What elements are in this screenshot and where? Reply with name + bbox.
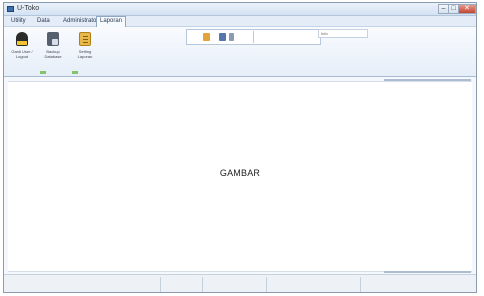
report-icon: [79, 32, 91, 46]
close-button[interactable]: ✕: [458, 4, 476, 14]
backup-database-button[interactable]: Backup Database: [41, 30, 65, 70]
image-placeholder-text: GAMBAR: [219, 168, 261, 178]
application-window: U-Toko – □ ✕ Utility Data Administrator …: [3, 2, 477, 293]
toolbar-divider: [253, 31, 254, 43]
home-icon[interactable]: [203, 33, 210, 41]
info-field[interactable]: Info: [318, 29, 368, 38]
backup-database-label: Backup Database: [44, 49, 62, 59]
setting-report-button[interactable]: Setting Laporan: [73, 30, 97, 70]
status-bar: [4, 274, 476, 292]
title-bar: U-Toko – □ ✕: [4, 3, 476, 16]
setting-report-label: Setting Laporan: [77, 49, 93, 59]
app-icon: [7, 6, 14, 12]
logout-button-label: Ganti User / Logout: [11, 49, 33, 59]
user-icon: [16, 32, 28, 46]
user-icon[interactable]: [219, 33, 226, 41]
database-icon: [47, 32, 59, 46]
menu-item-laporan[interactable]: Laporan: [96, 16, 127, 27]
maximize-button[interactable]: □: [448, 4, 458, 14]
quick-toolbar: [186, 29, 321, 45]
status-cell: [266, 277, 361, 292]
group-indicator: [72, 71, 78, 74]
status-cell: [202, 277, 267, 292]
ribbon: Ganti User / Logout Backup Database Sett…: [4, 27, 476, 77]
menu-item-utility[interactable]: Utility: [8, 17, 29, 25]
menu-item-data[interactable]: Data: [34, 17, 53, 25]
logout-button[interactable]: Ganti User / Logout: [10, 30, 34, 70]
print-icon[interactable]: [229, 33, 234, 41]
menu-bar: Utility Data Administrator Laporan: [4, 16, 476, 27]
status-cell: [4, 277, 161, 292]
status-cell: [360, 277, 476, 292]
group-indicator: [40, 71, 46, 74]
status-cell: [160, 277, 203, 292]
minimize-button[interactable]: –: [438, 4, 448, 14]
window-controls: – □ ✕: [438, 3, 476, 15]
window-title: U-Toko: [17, 5, 40, 12]
content-divider: [384, 271, 471, 273]
main-content-area: GAMBAR: [8, 81, 472, 272]
